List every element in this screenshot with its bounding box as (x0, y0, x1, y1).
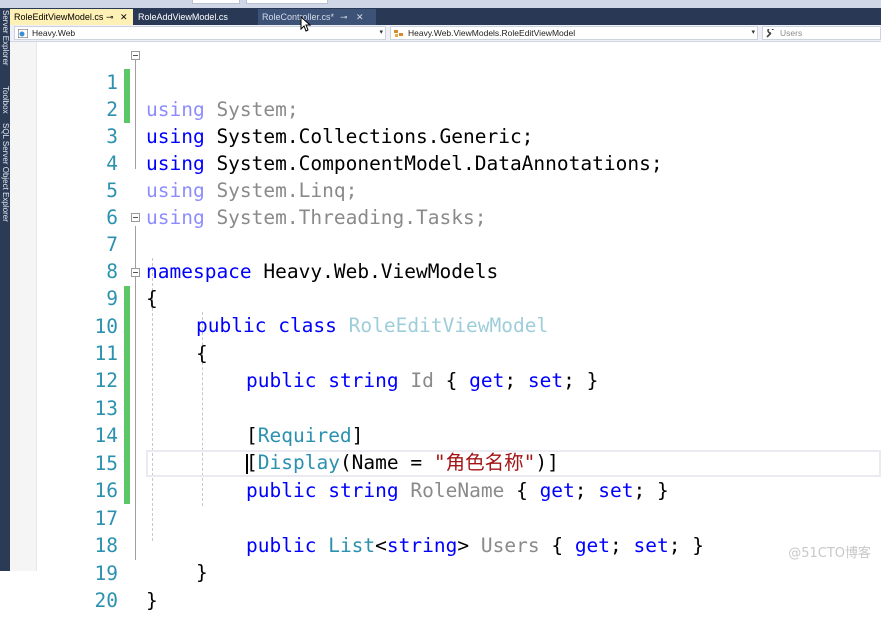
pin-icon[interactable]: ⊸ (106, 9, 114, 25)
member-dropdown[interactable]: Users (762, 26, 881, 40)
code-line: 14 [Display(Name = "角色名称")] (10, 395, 881, 474)
code-line: 9 public class RoleEditViewModel (10, 258, 881, 337)
code-line: 11 public string Id { get; set; } (10, 313, 881, 392)
document-tab-bar: RoleEditViewModel.cs ⊸ ✕ RoleAddViewMode… (10, 8, 881, 25)
code-line: 8 { (10, 231, 881, 310)
code-line: 19 } (10, 533, 881, 612)
navigation-bar: Heavy.Web ▾ Heavy.Web.ViewModels.RoleEdi… (10, 25, 881, 42)
close-icon[interactable]: ✕ (356, 9, 364, 25)
chevron-down-icon: ▾ (751, 29, 755, 36)
code-line: 12 (10, 340, 881, 392)
code-line: 5 using System.Threading.Tasks; (10, 150, 881, 229)
line-number: 20 (94, 589, 118, 612)
code-line: 1 using System; (10, 42, 881, 121)
tab-role-add-view-model[interactable]: RoleAddViewModel.cs (134, 9, 254, 25)
wrench-icon (766, 29, 774, 38)
tab-label: RoleController.cs* (262, 12, 335, 22)
code-line: 6 (10, 177, 881, 229)
code-editor[interactable]: 1 using System; 2 using System.Collectio… (10, 42, 881, 612)
toolbar-combo[interactable] (192, 0, 240, 4)
project-icon (18, 29, 28, 38)
project-dropdown[interactable]: Heavy.Web ▾ (14, 26, 386, 40)
code-line: 13 [Required] (10, 368, 881, 447)
chevron-down-icon: ▾ (379, 29, 383, 36)
code-line: 16 (10, 450, 881, 502)
code-line: 3 using System.ComponentModel.DataAnnota… (10, 96, 881, 175)
tab-label: RoleEditViewModel.cs (14, 12, 104, 22)
code-line: 17 public List<string> Users { get; set;… (10, 478, 881, 557)
code-line: 18 } (10, 505, 881, 584)
side-tab-toolbox[interactable]: Toolbox (0, 86, 10, 114)
member-label: Users (780, 28, 803, 38)
side-panel-bar: Server Explorer Toolbox SQL Server Objec… (0, 8, 10, 571)
project-label: Heavy.Web (32, 28, 76, 38)
code-line: 7 namespace Heavy.Web.ViewModels (10, 204, 881, 283)
code-line: 10 { (10, 286, 881, 365)
code-line: 4 using System.Linq; (10, 123, 881, 202)
type-label: Heavy.Web.ViewModels.RoleEditViewModel (408, 28, 576, 38)
class-icon (394, 30, 403, 37)
side-tab-server-explorer[interactable]: Server Explorer (0, 10, 10, 66)
toolbar-strip (0, 0, 881, 8)
pin-icon[interactable]: ⊸ (340, 9, 348, 25)
code-line: 2 using System.Collections.Generic; (10, 69, 881, 148)
toolbar-combo[interactable] (246, 0, 328, 4)
close-icon[interactable]: ✕ (120, 9, 128, 25)
tab-label: RoleAddViewModel.cs (138, 12, 228, 22)
tab-role-edit-view-model[interactable]: RoleEditViewModel.cs ⊸ ✕ (10, 9, 133, 25)
type-dropdown[interactable]: Heavy.Web.ViewModels.RoleEditViewModel ▾ (390, 26, 758, 40)
side-tab-sql-server-object-explorer[interactable]: SQL Server Object Explorer (0, 123, 10, 222)
watermark: @51CTO博客 (788, 546, 871, 561)
text-caret (246, 454, 248, 474)
code-line: 20 (10, 560, 881, 612)
tab-role-controller[interactable]: RoleController.cs* ⊸ ✕ (258, 9, 376, 25)
mouse-pointer-icon (300, 16, 312, 32)
code-line: 15 public string RoleName { get; set; } (10, 423, 881, 502)
